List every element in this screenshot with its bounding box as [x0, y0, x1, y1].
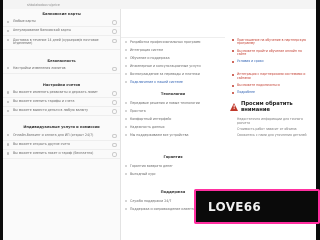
- check-icon: [112, 109, 117, 114]
- list-item[interactable]: Выгодный курс: [121, 170, 225, 178]
- bullet-icon: [7, 152, 10, 155]
- list-item[interactable]: Гарантия возврата денег: [121, 162, 225, 170]
- bullet-icon: [125, 207, 128, 210]
- bullet-icon: [7, 109, 10, 113]
- bullet-icon: [232, 39, 234, 42]
- check-icon: [112, 20, 117, 25]
- list-item[interactable]: Надежность данных: [121, 123, 225, 131]
- list-item[interactable]: Вы можете изменять реквизиты и держать л…: [3, 89, 120, 98]
- note-item: Вы можете подключиться: [226, 83, 316, 90]
- list-item[interactable]: Доставка в течение 14 дней (курьером/в п…: [3, 36, 120, 50]
- bullet-icon: [125, 80, 128, 83]
- list-item[interactable]: Вы можете открыть другие счета: [3, 141, 120, 150]
- bullet-icon: [125, 48, 128, 51]
- bullet-icon: [125, 109, 128, 112]
- list-item[interactable]: Комфортный интерфейс: [121, 115, 225, 123]
- bullet-icon: [125, 117, 128, 120]
- list-item[interactable]: Мы поддерживаем все устройства: [121, 131, 225, 139]
- section-title: Технологии: [160, 92, 186, 96]
- list-item[interactable]: Разработка профессиональных программ: [121, 37, 225, 46]
- note-item: Приглашение на обучение в партнерскую пр…: [226, 37, 316, 48]
- bullet-icon: [7, 91, 10, 94]
- warning-icon: !: [230, 103, 238, 112]
- list-item[interactable]: Вы можете сменить пакет и тариф (бесплат…: [3, 150, 120, 160]
- check-icon: [112, 133, 117, 139]
- section-title: Безопасность: [47, 58, 76, 63]
- list-item[interactable]: Вы можете вывести деньги в любую валюту: [3, 107, 120, 117]
- list-item[interactable]: Вы можете сменить тарифы и счета: [3, 98, 120, 108]
- bullet-icon: [125, 164, 128, 167]
- bullet-icon: [7, 20, 10, 23]
- bullet-icon: [7, 143, 10, 146]
- bullet-icon: [125, 40, 128, 43]
- bullet-icon: [125, 101, 128, 104]
- note-item: Интеграция с партнерскими системами и са…: [226, 72, 316, 83]
- bullet-icon: [125, 72, 128, 75]
- section-title: Банковские карты: [42, 12, 81, 16]
- bullet-icon: [7, 29, 10, 33]
- list-item[interactable]: Передовые решения и новые технологии: [121, 99, 225, 107]
- list-item[interactable]: Онлайн-банкинг и оплата для ИП (открыт 2…: [3, 131, 120, 141]
- bullet-icon: [125, 64, 128, 67]
- note-link[interactable]: Условия и сроки: [226, 59, 316, 66]
- check-icon: [112, 100, 117, 105]
- list-item[interactable]: Инженерные и консультационные услуги: [121, 62, 225, 70]
- bullet-icon: [232, 50, 234, 53]
- list-item[interactable]: Интеграция систем: [121, 46, 225, 54]
- list-item[interactable]: Настройки изменения лимитов: [3, 65, 120, 74]
- bullet-icon: [125, 133, 128, 136]
- stream-overlay-badge: LOVE66: [194, 189, 320, 224]
- bullet-icon: [7, 39, 10, 42]
- check-icon: [112, 142, 117, 148]
- check-icon: [112, 66, 117, 72]
- list-item[interactable]: Простота: [121, 107, 225, 115]
- bullet-icon: [7, 133, 10, 137]
- list-item[interactable]: Вознаграждение за переводы и платежи: [121, 70, 225, 78]
- list-item[interactable]: Любые карты: [3, 18, 120, 28]
- check-icon: [112, 38, 117, 44]
- warning-text: Свяжитесь с нами для уточнения деталей: [237, 133, 307, 138]
- check-icon: [112, 152, 117, 157]
- bullet-icon: [232, 61, 234, 64]
- warning-header: ! Просим обратить внимание: [230, 101, 316, 113]
- bullet-icon: [7, 67, 10, 70]
- list-item[interactable]: Обучение и поддержка: [121, 54, 225, 62]
- url-text[interactable]: shkolakodov.ru/price: [27, 3, 60, 7]
- warning-text: Недостаточно информации для точного расч…: [237, 116, 303, 125]
- overlay-label: LOVE66: [208, 199, 262, 214]
- note-item: Вы можете пройти обучение онлайн на сайт…: [226, 48, 316, 59]
- section-title: Настройки счетов: [42, 82, 81, 87]
- link-item[interactable]: Подключение к нашей системе: [121, 78, 225, 86]
- bullet-icon: [125, 56, 128, 59]
- bullet-icon: [232, 85, 234, 88]
- check-icon: [112, 29, 117, 34]
- bullet-icon: [125, 125, 128, 128]
- list-item[interactable]: Аннулирование банковской карты: [3, 27, 120, 37]
- left-column: Банковские карты Любые карты Аннулирован…: [3, 9, 121, 240]
- section-title: Индивидуальные услуги и комиссии: [23, 125, 100, 130]
- bullet-icon: [232, 92, 234, 95]
- bullet-icon: [232, 74, 234, 77]
- right-column: Приглашение на обучение в партнерскую пр…: [226, 9, 316, 139]
- bullet-icon: [7, 100, 10, 103]
- note-link[interactable]: Подробнее: [226, 90, 316, 97]
- bullet-icon: [125, 199, 128, 202]
- check-icon: [112, 90, 117, 96]
- middle-column: Разработка профессиональных программ Инт…: [121, 9, 225, 213]
- section-title: Гарантия: [163, 155, 183, 159]
- bullet-icon: [125, 172, 128, 175]
- warning-title: Просим обратить внимание: [241, 100, 293, 114]
